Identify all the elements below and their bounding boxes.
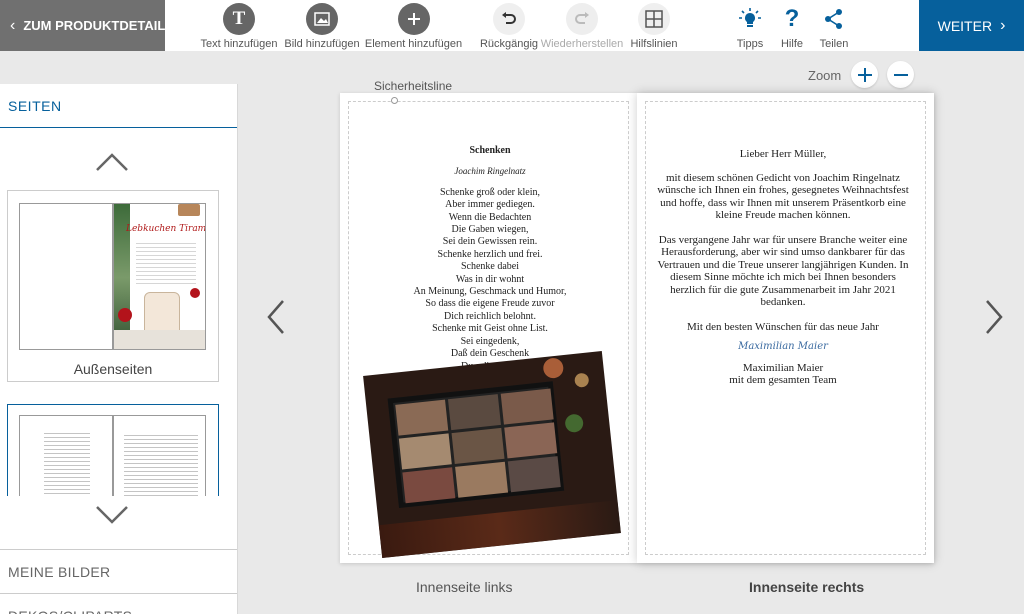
thumb-outer-caption: Außenseiten	[73, 361, 153, 377]
poem-line: Aber immer gediegen.	[445, 199, 535, 211]
question-icon: ?	[784, 5, 800, 32]
guides-label: Hilfslinien	[630, 38, 678, 50]
chevron-right-icon: ›	[1000, 16, 1006, 34]
image-icon	[306, 3, 338, 35]
redo-button[interactable]: Wiederherstellen	[540, 0, 624, 51]
letter-closing: Mit den besten Wünschen für das neue Jah…	[687, 320, 879, 333]
poem-line: Schenke mit Geist ohne List.	[432, 323, 548, 335]
zoom-label: Zoom	[808, 68, 842, 83]
chevron-down-icon	[96, 506, 128, 524]
poem-line: Dich reichlich belohnt.	[444, 310, 536, 322]
tips-button[interactable]: Tipps	[734, 0, 766, 51]
letter-team: mit dem gesamten Team	[729, 374, 837, 386]
scroll-down-button[interactable]	[95, 505, 129, 530]
poem-textbox[interactable]: Schenken Joachim Ringelnatz Schenke groß…	[380, 145, 600, 373]
minus-icon	[893, 73, 908, 76]
poem-line: An Meinung, Geschmack und Humor,	[413, 286, 567, 298]
help-label: Hilfe	[780, 38, 803, 50]
share-button[interactable]: Teilen	[818, 0, 850, 51]
add-element-button[interactable]: Element hinzufügen	[364, 0, 463, 51]
chevron-up-icon	[96, 153, 128, 171]
video-call-photo[interactable]	[363, 350, 621, 559]
letter-paragraph: Das vergangene Jahr war für unsere Branc…	[657, 233, 909, 309]
page-label-right[interactable]: Innenseite rechts	[749, 579, 864, 595]
thumbnail-inner-pages[interactable]	[7, 404, 219, 496]
thumbnail-outer-pages[interactable]: Lebkuchen Tiramisu Außenseiten	[7, 190, 219, 382]
chevron-right-icon	[986, 300, 1003, 334]
redo-icon	[566, 3, 598, 35]
share-label: Teilen	[819, 38, 849, 50]
thumb-outer-title: Lebkuchen Tiramisu	[126, 224, 206, 234]
scroll-up-button[interactable]	[95, 152, 129, 177]
poem-line: Sei eingedenk,	[460, 335, 520, 347]
top-toolbar: ‹ ZUM PRODUKTDETAIL T Text hinzufügen Bi…	[0, 0, 1024, 51]
previous-page-button[interactable]	[266, 299, 286, 340]
poem-line: Was in dir wohnt	[455, 273, 525, 285]
lightbulb-icon	[734, 3, 766, 35]
poem-line: Die Gaben wiegen,	[451, 224, 529, 236]
laptop-screen	[387, 381, 565, 509]
next-button[interactable]: WEITER ›	[919, 0, 1024, 51]
poem-line: Wenn die Bedachten	[448, 211, 532, 223]
poem-line: Schenke dabei	[460, 261, 520, 273]
poem-line: Schenke groß oder klein,	[440, 186, 540, 198]
chevron-left-icon	[267, 300, 284, 334]
add-element-label: Element hinzufügen	[364, 38, 463, 50]
letter-paragraph: mit diesem schönen Gedicht von Joachim R…	[657, 171, 909, 222]
add-text-button[interactable]: T Text hinzufügen	[200, 0, 278, 51]
my-images-section[interactable]: MEINE BILDER	[0, 549, 237, 593]
chevron-left-icon: ‹	[10, 16, 16, 34]
guides-button[interactable]: Hilfslinien	[630, 0, 678, 51]
safety-line-label: Sicherheitsline	[374, 79, 453, 93]
add-text-label: Text hinzufügen	[200, 38, 278, 50]
back-to-product-button[interactable]: ‹ ZUM PRODUKTDETAIL	[0, 0, 165, 51]
share-icon	[818, 3, 850, 35]
thumb-outer-back	[19, 203, 113, 350]
plus-icon	[397, 3, 430, 35]
letter-sender-name: Maximilian Maier	[742, 361, 824, 374]
letter-greeting: Lieber Herr Müller,	[739, 148, 827, 160]
decos-cliparts-section[interactable]: DEKOS/CLIPARTS	[0, 593, 237, 614]
grid-icon	[638, 3, 670, 35]
thumb-inner-left	[19, 415, 113, 496]
thumb-outer-front: Lebkuchen Tiramisu	[113, 203, 206, 350]
page-label-left[interactable]: Innenseite links	[416, 579, 513, 595]
letter-textbox[interactable]: Lieber Herr Müller, mit diesem schönen G…	[654, 148, 912, 387]
zoom-out-button[interactable]	[887, 61, 914, 88]
help-button[interactable]: ? Hilfe	[777, 0, 807, 51]
resize-handle[interactable]	[391, 97, 398, 104]
next-page-button[interactable]	[984, 299, 1004, 340]
pages-sidebar: SEITEN Lebkuchen Tiramisu Außenseiten	[0, 84, 238, 614]
poem-line: Schenke herzlich und frei.	[437, 248, 543, 260]
zoom-in-button[interactable]	[851, 61, 878, 88]
next-button-label: WEITER	[937, 17, 993, 34]
back-button-label: ZUM PRODUKTDETAIL	[23, 18, 165, 33]
poem-line: Sei dein Gewissen rein.	[442, 236, 538, 248]
redo-label: Wiederherstellen	[540, 38, 624, 50]
poem-author: Joachim Ringelnatz	[454, 166, 526, 177]
undo-label: Rückgängig	[479, 38, 539, 50]
thumb-inner-right	[113, 415, 206, 496]
add-image-label: Bild hinzufügen	[284, 38, 360, 50]
sidebar-header: SEITEN	[0, 84, 237, 128]
signature: Maximilian Maier	[738, 341, 828, 352]
undo-button[interactable]: Rückgängig	[479, 0, 539, 51]
undo-icon	[493, 3, 525, 35]
poem-title: Schenken	[469, 145, 511, 156]
plus-icon	[857, 67, 872, 82]
tips-label: Tipps	[736, 38, 764, 50]
add-image-button[interactable]: Bild hinzufügen	[284, 0, 360, 51]
text-icon: T	[223, 3, 255, 35]
poem-line: So dass die eigene Freude zuvor	[425, 298, 555, 310]
